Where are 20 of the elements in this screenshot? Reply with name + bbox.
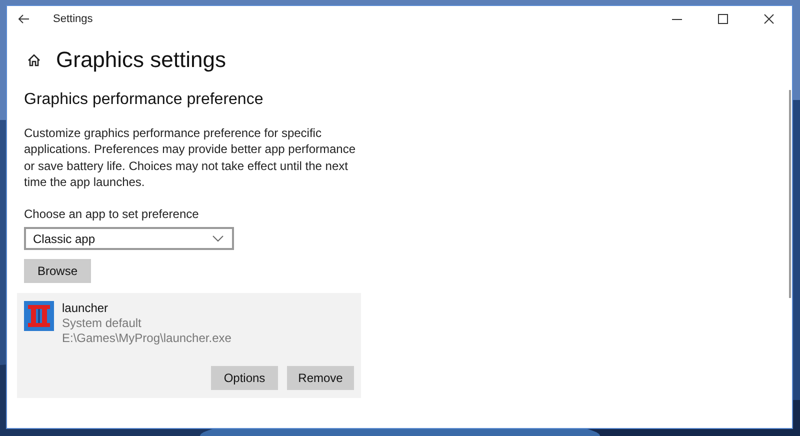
back-arrow-icon	[18, 13, 30, 25]
page-title: Graphics settings	[56, 47, 226, 73]
chevron-down-icon	[212, 235, 224, 242]
maximize-icon	[718, 14, 728, 24]
options-button[interactable]: Options	[211, 366, 278, 390]
browse-button[interactable]: Browse	[24, 259, 91, 284]
app-path: E:\Games\MyProg\launcher.exe	[62, 331, 232, 346]
app-preference: System default	[62, 316, 142, 332]
field-label: Choose an app to set preference	[24, 207, 199, 222]
close-icon	[764, 14, 774, 24]
scrollbar[interactable]	[789, 90, 791, 298]
remove-button[interactable]: Remove	[287, 366, 354, 390]
app-list-item[interactable]: launcher System default E:\Games\MyProg\launcher.exe Options Remove	[17, 293, 361, 398]
app-type-dropdown[interactable]: Classic app	[24, 227, 234, 250]
app-name: launcher	[62, 301, 110, 316]
section-title: Graphics performance preference	[24, 91, 264, 109]
home-icon[interactable]	[27, 53, 41, 67]
description-text: Customize graphics performance preference for specific applications. Preferences may provide better app performance or save battery life. Choices may not take effect until the next time the app launches.	[24, 125, 357, 190]
app-icon	[24, 301, 54, 332]
window-title: Settings	[53, 13, 93, 25]
